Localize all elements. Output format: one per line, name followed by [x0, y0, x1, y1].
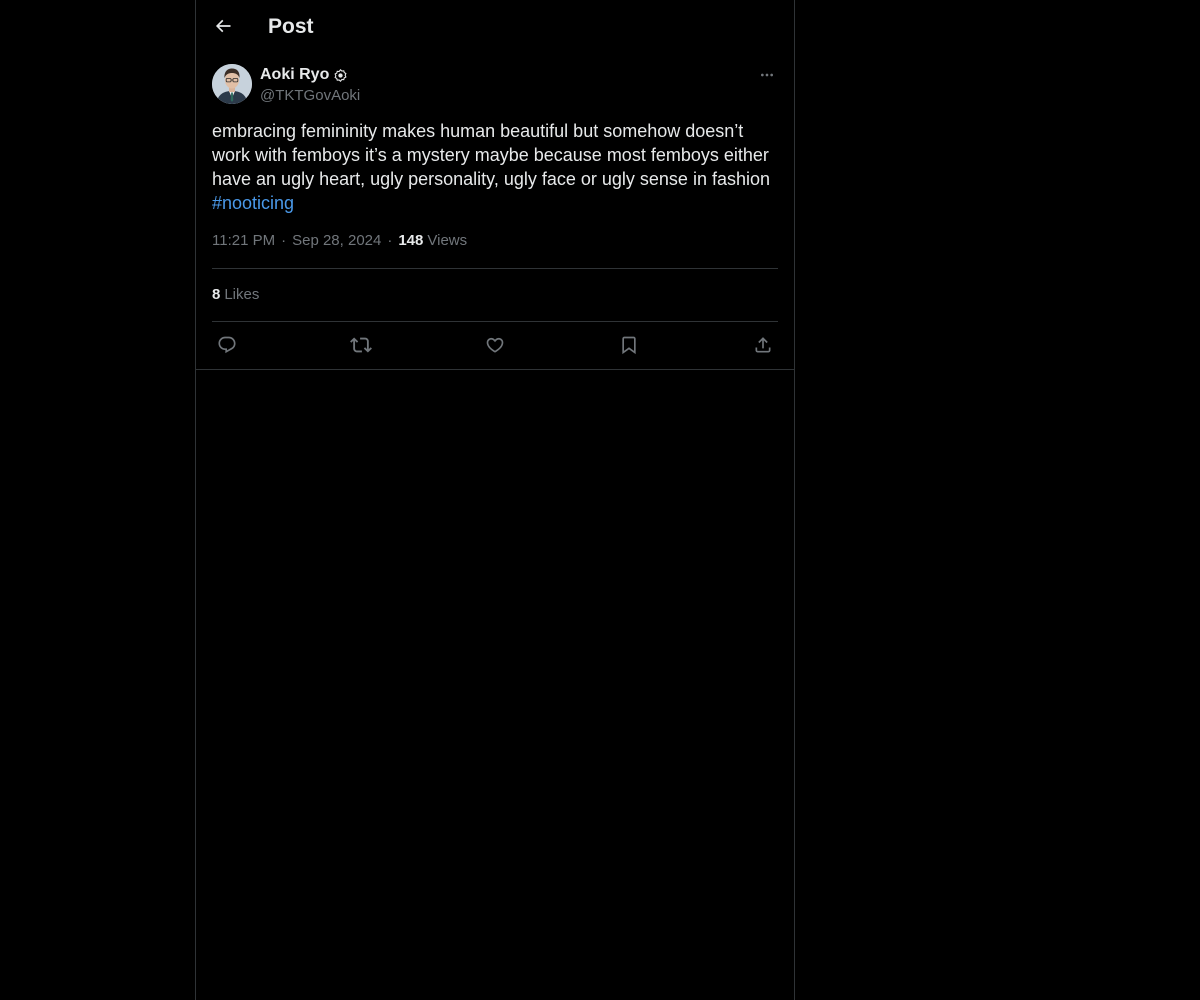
- action-bar: [212, 332, 778, 358]
- post-body: embracing femininity makes human beautif…: [212, 121, 770, 189]
- avatar-image: [212, 64, 252, 104]
- post-bottom-border: [196, 369, 794, 370]
- verified-badge-icon: [334, 68, 347, 82]
- author-name[interactable]: Aoki Ryo: [260, 66, 329, 84]
- views-count: 148: [398, 232, 424, 249]
- more-horizontal-icon: [761, 73, 773, 77]
- share-button[interactable]: [750, 332, 776, 358]
- hashtag-link[interactable]: #nooticing: [212, 193, 294, 213]
- page-title: Post: [268, 15, 314, 38]
- avatar[interactable]: [212, 64, 252, 104]
- more-options-button[interactable]: [756, 64, 778, 86]
- likes-stat[interactable]: 8 Likes: [212, 286, 259, 303]
- likes-count: 8: [212, 286, 221, 303]
- post-text: embracing femininity makes human beautif…: [212, 119, 778, 215]
- author-row: Aoki Ryo @TKTGovAoki: [212, 64, 778, 106]
- heart-icon: [486, 337, 504, 353]
- divider: [212, 321, 778, 322]
- author-handle[interactable]: @TKTGovAoki: [260, 87, 360, 104]
- author-name-line: Aoki Ryo: [260, 65, 347, 85]
- repost-button[interactable]: [348, 332, 374, 358]
- arrow-left-icon: [215, 19, 231, 33]
- reply-button[interactable]: [214, 332, 240, 358]
- reply-icon: [218, 336, 236, 354]
- post-date[interactable]: Sep 28, 2024: [292, 232, 381, 249]
- post-time[interactable]: 11:21 PM: [212, 232, 275, 249]
- bookmark-icon: [622, 336, 636, 355]
- bookmark-button[interactable]: [616, 332, 642, 358]
- views-label: Views: [427, 232, 468, 249]
- main-column: Post Aoki Ryo @TKTGovAoki embracing femi…: [195, 0, 795, 1000]
- like-button[interactable]: [482, 332, 508, 358]
- likes-label: Likes: [224, 286, 260, 303]
- divider: [212, 268, 778, 269]
- back-button[interactable]: [206, 9, 240, 43]
- meta-separator: ·: [387, 232, 393, 249]
- meta-separator: ·: [281, 232, 287, 249]
- share-icon: [755, 337, 771, 353]
- post: Aoki Ryo @TKTGovAoki embracing femininit…: [212, 64, 778, 355]
- repost-icon: [350, 337, 372, 353]
- header: Post: [196, 0, 794, 54]
- post-meta: 11:21 PM · Sep 28, 2024 · 148 Views: [212, 232, 467, 249]
